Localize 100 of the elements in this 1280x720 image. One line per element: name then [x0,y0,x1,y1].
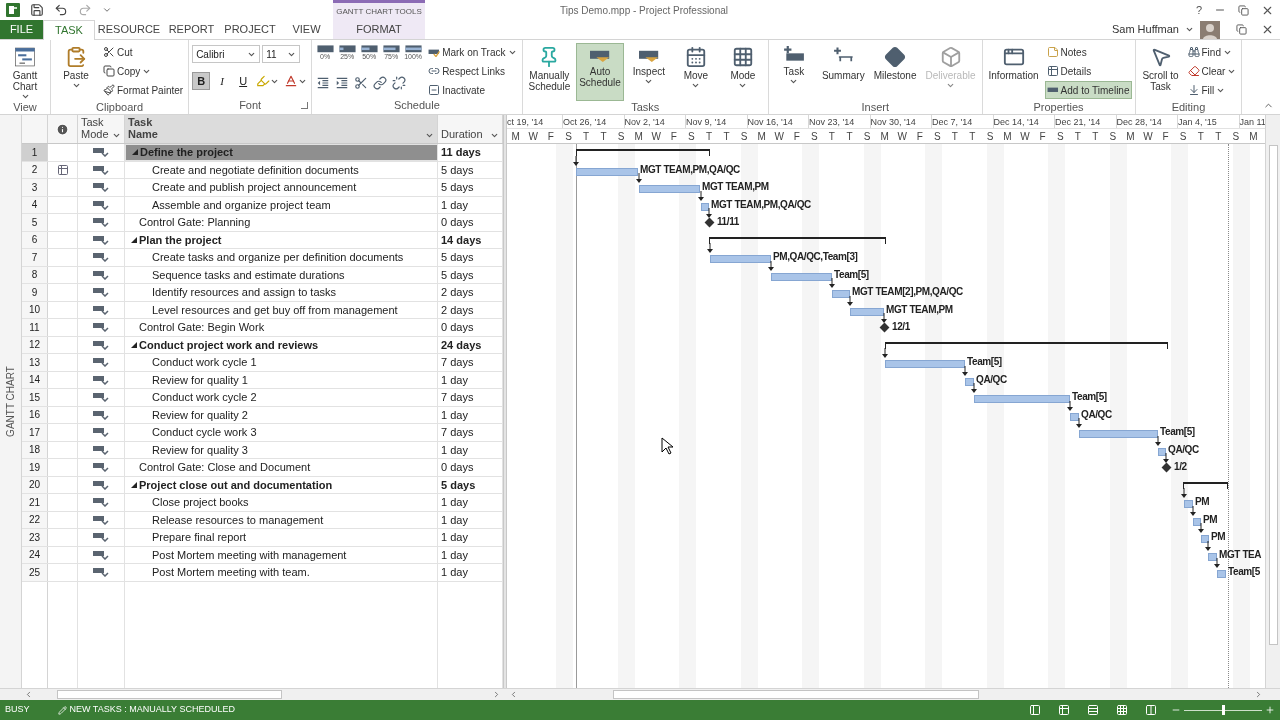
task-name-cell[interactable]: Conduct work cycle 1 [125,354,438,371]
ribbon-button[interactable]: Format Painter [101,81,186,99]
day-label: T [1196,130,1205,144]
group-label: Font [239,99,262,113]
day-label: F [792,130,801,144]
row-number[interactable]: 17 [22,424,48,441]
ribbon-button[interactable]: Manually Schedule [525,43,574,101]
task-name-cell[interactable]: Control Gate: Close and Document [125,459,438,476]
ribbon-button[interactable]: Add to Timeline [1044,81,1132,99]
ribbon-button[interactable]: Information [985,43,1042,101]
task-name-cell[interactable]: Review for quality 2 [125,406,438,423]
bar-label: 11/11 [717,216,739,228]
task-name-cell[interactable]: Release resources to management [125,511,438,528]
ribbon-button[interactable]: Scroll to Task [1138,43,1183,101]
bar-label: MGT TEAM[2],PM,QA/QC [852,286,963,298]
task-name-cell[interactable]: Post Mortem meeting with team. [125,564,438,581]
ribbon-button[interactable]: Copy [101,62,186,80]
ribbon-button[interactable]: Respect Links [426,62,519,80]
row-number[interactable]: 13 [22,354,48,371]
ribbon-button[interactable]: Cut [101,43,186,61]
format-button[interactable]: I [213,72,232,90]
task-name-cell[interactable]: Create and publish project announcement [125,179,438,196]
task-name-cell[interactable]: Plan the project [125,231,438,248]
day-label: S [1055,130,1065,144]
ribbon-button[interactable]: Paste [54,43,98,101]
ribbon-button[interactable]: Move [673,43,718,101]
ribbon-button[interactable]: Find [1185,43,1239,61]
format-button[interactable]: U [234,72,253,90]
ribbon-tab[interactable]: REPORT [163,20,220,39]
task-name-cell[interactable]: Identify resources and assign to tasks [125,284,438,301]
ribbon-button[interactable]: Details [1044,62,1132,80]
task-name-cell[interactable]: Review for quality 3 [125,441,438,458]
task-name-cell[interactable]: Conduct work cycle 2 [125,389,438,406]
task-name-cell[interactable]: Sequence tasks and estimate durations [125,266,438,283]
context-tab-group-label: GANTT CHART TOOLS [336,5,422,18]
task-name-cell[interactable]: Review for quality 1 [125,371,438,388]
week-label: Dec 7, '14 [932,115,994,128]
ribbon-tab[interactable]: RESOURCE [95,20,163,39]
ribbon-button[interactable]: Gantt Chart [3,43,47,101]
row-number[interactable]: 11 [22,319,48,336]
ribbon-button[interactable]: Notes [1044,43,1132,61]
ribbon-tab[interactable]: TASK [43,20,95,40]
row-number[interactable]: 15 [22,389,48,406]
day-label: F [1161,130,1170,144]
ribbon-tab[interactable]: VIEW [280,20,333,39]
view-bar-label: GANTT CHART [4,366,17,437]
task-name-cell[interactable]: Define the project [125,144,438,161]
task-name-cell[interactable]: Create and negotiate definition documents [125,161,438,178]
group-label: Properties [1033,101,1084,114]
task-name-cell[interactable]: Level resources and get buy off from management [125,301,438,318]
row-number[interactable]: 25 [22,564,48,581]
task-name-cell[interactable]: Create tasks and organize per definition documents [125,249,438,266]
week-label: Nov 23, '14 [809,115,871,128]
task-name-cell[interactable]: Prepare final report [125,529,438,546]
column-header[interactable]: Task Name [125,115,438,143]
bar-label: MGT TEA [1219,548,1262,561]
task-name-cell[interactable]: Project close out and documentation [125,476,438,493]
ribbon-button[interactable]: Inactivate [426,81,519,99]
ribbon-button[interactable]: Fill [1185,81,1239,99]
week-label: Nov 9, '14 [686,115,748,128]
day-label: F [915,130,924,144]
status-mode: BUSY [5,703,30,717]
help-button[interactable]: ? [1195,1,1202,19]
new-tasks-mode[interactable]: NEW TASKS : MANUALLY SCHEDULED [69,703,235,717]
task-name-cell[interactable]: Assemble and organize project team [125,196,438,213]
row-number[interactable]: 7 [22,249,48,266]
ribbon-button[interactable]: Summary [818,43,868,101]
row-number[interactable]: 3 [22,179,48,196]
row-number[interactable]: 5 [22,214,48,231]
task-name-cell[interactable]: Conduct cycle work 3 [125,424,438,441]
ribbon-button[interactable]: Inspect [626,43,671,101]
ribbon-tab[interactable]: FILE [0,20,43,39]
day-label: S [564,130,573,144]
task-name-cell[interactable]: Close project books [125,494,438,511]
task-name-cell[interactable]: Conduct project work and reviews [125,336,438,353]
row-number[interactable]: 19 [22,459,48,476]
row-number[interactable]: 9 [22,284,48,301]
ribbon-button[interactable]: Mode [720,43,765,101]
task-name-cell[interactable]: Control Gate: Planning [125,214,438,231]
dropdown-field[interactable]: 11 [262,45,301,63]
day-label: T [722,130,731,144]
ribbon-button[interactable]: Mark on Track [426,43,519,61]
task-name-cell[interactable]: Control Gate: Begin Work [125,319,438,336]
day-label: S [1108,130,1118,144]
task-name-cell[interactable]: Post Mortem meeting with management [125,546,438,563]
ribbon-tab[interactable]: FORMAT [333,20,425,39]
bar-label: QA/QC [1168,443,1199,456]
window-title: Tips Demo.mpp - Project Professional [560,3,729,18]
ribbon-button[interactable]: Clear [1185,62,1239,80]
ribbon-button[interactable]: Milestone [870,43,920,101]
row-number[interactable]: 21 [22,494,48,511]
row-number[interactable]: 23 [22,529,48,546]
format-button[interactable]: B [192,72,211,90]
ribbon-button[interactable]: Auto Schedule [576,43,624,101]
row-number[interactable]: 1 [22,144,48,161]
dropdown-field[interactable]: Calibri [192,45,261,63]
user-name[interactable]: Sam Huffman [1111,21,1179,38]
day-label: M [1248,130,1259,144]
ribbon-button[interactable]: Task [771,43,816,101]
ribbon-tab[interactable]: PROJECT [220,20,280,39]
